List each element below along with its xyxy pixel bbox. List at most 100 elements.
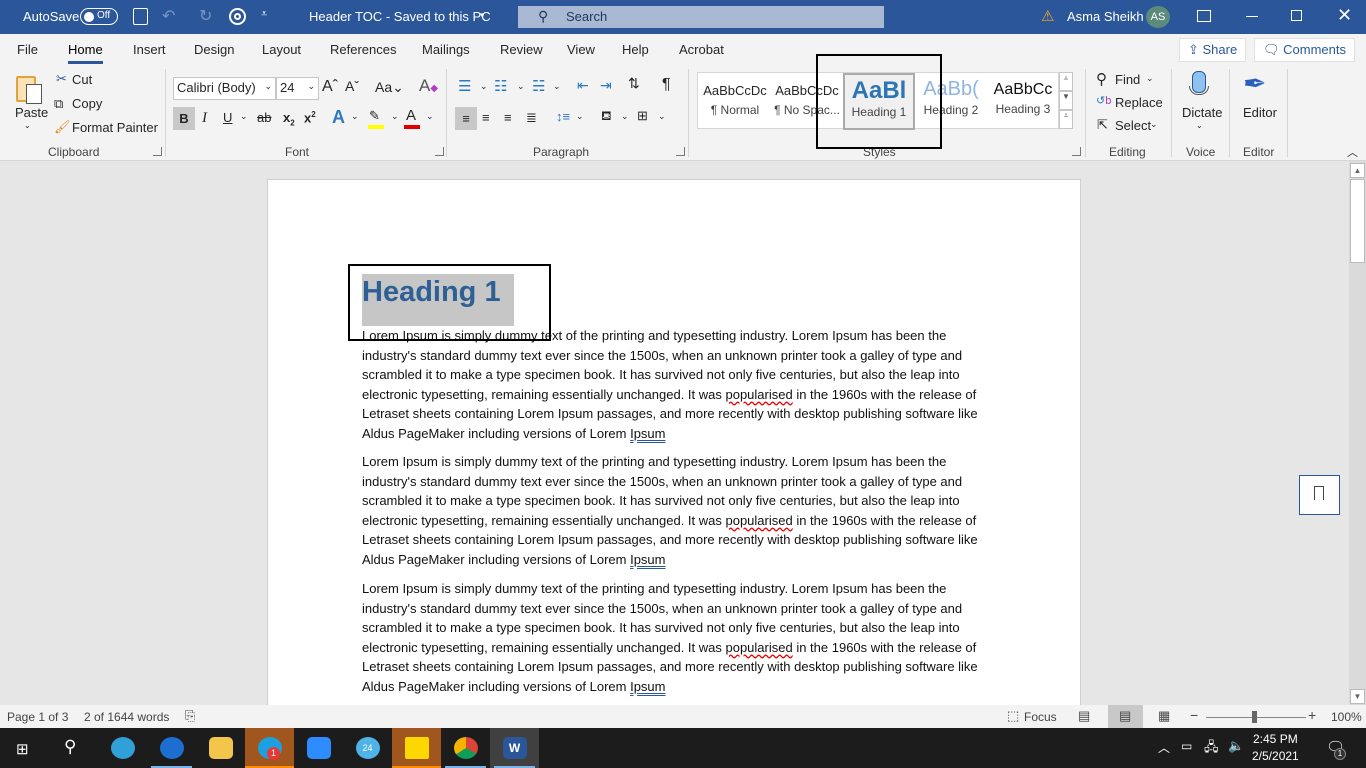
title-dropdown-icon[interactable]: ▾ (480, 10, 485, 21)
show-formatting-icon[interactable]: ¶ (662, 76, 671, 94)
zoom-in-button[interactable]: + (1308, 707, 1316, 723)
superscript-icon[interactable]: x2 (304, 110, 316, 125)
focus-icon[interactable]: ⬚ (1007, 708, 1019, 724)
clock[interactable]: 2:45 PM 2/5/2021 (1252, 731, 1299, 765)
taskbar-edge[interactable] (98, 728, 147, 768)
tab-design[interactable]: Design (194, 42, 234, 57)
text-effects-icon[interactable]: A (332, 107, 345, 128)
numbering-dropdown-icon[interactable]: ⌄ (517, 81, 525, 92)
taskbar-app[interactable] (147, 728, 196, 768)
paste-button[interactable]: Paste (15, 105, 48, 120)
style-heading-3[interactable]: AaBbCc Heading 3 (987, 73, 1059, 130)
shading-dropdown-icon[interactable]: ⌄ (621, 111, 629, 122)
tab-layout[interactable]: Layout (262, 42, 301, 57)
touch-mode-icon[interactable] (229, 8, 246, 25)
font-family-select[interactable]: Calibri (Body) ⌄ (173, 77, 276, 100)
tab-insert[interactable]: Insert (133, 42, 166, 57)
increase-indent-icon[interactable]: ⇥ (600, 77, 612, 94)
collapse-ribbon-icon[interactable]: ︿ (1347, 144, 1358, 160)
taskbar-chrome[interactable] (441, 728, 490, 768)
tab-acrobat[interactable]: Acrobat (679, 42, 724, 57)
editor-button[interactable]: Editor (1243, 105, 1277, 120)
taskbar-file-explorer[interactable] (196, 728, 245, 768)
tab-mailings[interactable]: Mailings (422, 42, 470, 57)
close-icon[interactable]: ✕ (1337, 5, 1352, 26)
read-mode-icon[interactable]: ▤ (1078, 708, 1090, 724)
word-count[interactable]: 2 of 1644 words (84, 710, 169, 724)
tab-home[interactable]: Home (68, 42, 103, 64)
copy-button[interactable]: Copy (72, 96, 102, 111)
scroll-down-button[interactable]: ▼ (1350, 689, 1365, 704)
scroll-up-button[interactable]: ▲ (1350, 163, 1365, 178)
taskbar-sticky-notes[interactable] (392, 728, 441, 768)
font-color-dropdown-icon[interactable]: ⌄ (426, 111, 434, 122)
network-icon[interactable]: 🖧 (1204, 738, 1219, 760)
highlight-dropdown-icon[interactable]: ⌄ (391, 111, 399, 122)
zoom-out-button[interactable]: − (1190, 707, 1198, 723)
bold-icon[interactable]: B (173, 107, 195, 130)
battery-icon[interactable]: ▭ (1181, 739, 1192, 753)
document-title[interactable]: Header TOC - Saved to this PC (309, 9, 491, 24)
bookmark-pane-button[interactable] (1299, 475, 1340, 515)
grammar-flag[interactable]: Ipsum (630, 426, 665, 441)
highlight-icon[interactable]: ✎ (368, 108, 384, 129)
zoom-slider-thumb[interactable] (1252, 711, 1257, 723)
text-effects-dropdown-icon[interactable]: ⌄ (351, 111, 359, 122)
sort-icon[interactable]: ⇅ (628, 75, 640, 92)
tab-view[interactable]: View (567, 42, 595, 57)
find-button[interactable]: Find (1115, 72, 1140, 87)
italic-icon[interactable]: I (202, 110, 207, 127)
line-spacing-icon[interactable]: ↕≡ (556, 109, 570, 124)
comments-button[interactable]: 🗨 Comments (1254, 38, 1355, 62)
undo-icon[interactable]: ↶ (162, 6, 175, 26)
underline-dropdown-icon[interactable]: ⌄ (240, 111, 248, 122)
zoom-level[interactable]: 100% (1331, 710, 1362, 724)
paragraph[interactable]: Lorem Ipsum is simply dummy text of the … (362, 326, 992, 443)
dictate-dropdown-icon[interactable]: ⌄ (1196, 121, 1203, 130)
paragraph-launcher-icon[interactable] (676, 147, 685, 156)
spelling-error[interactable]: popularised (725, 387, 792, 402)
cut-button[interactable]: Cut (72, 72, 92, 87)
taskbar-skype[interactable]: 1 (245, 728, 294, 768)
justify-icon[interactable]: ≣ (526, 110, 537, 126)
change-case-icon[interactable]: Aa⌄ (375, 79, 404, 96)
borders-dropdown-icon[interactable]: ⌄ (658, 111, 666, 122)
search-taskbar-button[interactable]: ⚲ (48, 728, 97, 768)
grammar-flag[interactable]: Ipsum (630, 552, 665, 567)
grow-font-icon[interactable]: Aˆ (322, 78, 338, 96)
grammar-flag[interactable]: Ipsum (630, 679, 665, 694)
clipboard-launcher-icon[interactable] (153, 147, 162, 156)
scroll-thumb[interactable] (1350, 179, 1365, 263)
replace-button[interactable]: Replace (1115, 95, 1163, 110)
paste-icon[interactable] (16, 72, 44, 106)
format-painter-button[interactable]: Format Painter (72, 120, 158, 135)
paragraph[interactable]: Lorem Ipsum is simply dummy text of the … (362, 452, 992, 569)
style-normal[interactable]: AaBbCcDc ¶ Normal (699, 73, 771, 130)
web-layout-icon[interactable]: ▦ (1158, 708, 1170, 724)
proofing-icon[interactable]: ⎘ (185, 708, 195, 724)
autosave-toggle[interactable]: Off (80, 8, 118, 25)
bullets-dropdown-icon[interactable]: ⌄ (480, 81, 488, 92)
save-icon[interactable] (133, 8, 148, 25)
decrease-indent-icon[interactable]: ⇤ (577, 77, 589, 94)
strikethrough-icon[interactable]: ab (257, 110, 271, 125)
print-layout-button[interactable]: ▤ (1108, 705, 1143, 728)
search-box[interactable]: ⚲ Search (518, 6, 884, 28)
focus-button[interactable]: Focus (1024, 710, 1057, 724)
clear-formatting-icon[interactable]: A◆ (419, 76, 438, 96)
spelling-error[interactable]: popularised (725, 640, 792, 655)
start-button[interactable]: ⊞ (0, 728, 49, 768)
tab-references[interactable]: References (330, 42, 396, 57)
paragraph[interactable]: Lorem Ipsum is simply dummy text of the … (362, 579, 992, 696)
select-dropdown-icon[interactable]: ⌄ (1150, 119, 1158, 130)
styles-scroll-down[interactable]: ▼ (1059, 91, 1073, 110)
warning-icon[interactable]: ⚠ (1041, 7, 1054, 25)
select-button[interactable]: Select (1115, 118, 1151, 133)
show-hidden-icons[interactable]: ︿ (1158, 739, 1170, 756)
styles-launcher-icon[interactable] (1072, 147, 1081, 156)
styles-scroll-up[interactable]: ▲ (1059, 72, 1073, 91)
taskbar-word[interactable]: W (490, 728, 539, 768)
find-dropdown-icon[interactable]: ⌄ (1146, 73, 1154, 84)
redo-icon[interactable]: ↻ (199, 6, 212, 26)
avatar[interactable]: AS (1146, 6, 1170, 28)
